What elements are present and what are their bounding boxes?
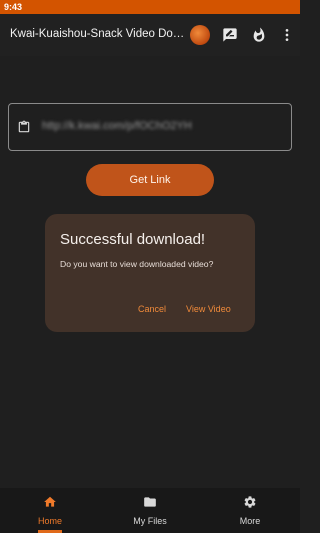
dialog-title: Successful download! bbox=[60, 231, 206, 248]
app-bar: Kwai-Kuaishou-Snack Video Dow... bbox=[0, 14, 300, 56]
cancel-button[interactable]: Cancel bbox=[138, 304, 166, 314]
status-bar: 9:43 bbox=[0, 0, 300, 14]
app-title: Kwai-Kuaishou-Snack Video Dow... bbox=[10, 28, 185, 40]
nav-label-my-files: My Files bbox=[133, 516, 167, 526]
dialog-message: Do you want to view downloaded video? bbox=[60, 259, 214, 269]
more-vert-icon[interactable] bbox=[276, 24, 298, 46]
nav-label-more: More bbox=[239, 516, 261, 526]
url-input[interactable]: http://k.kwai.com/p/fOChO2YH bbox=[8, 103, 292, 151]
avatar[interactable] bbox=[190, 25, 210, 45]
gear-icon bbox=[244, 496, 256, 508]
nav-item-my-files[interactable]: My Files bbox=[100, 488, 200, 533]
folder-icon bbox=[144, 497, 156, 507]
status-time: 9:43 bbox=[4, 2, 23, 12]
url-value: http://k.kwai.com/p/fOChO2YH bbox=[42, 120, 192, 132]
nav-item-more[interactable]: More bbox=[200, 488, 300, 533]
clipboard-icon[interactable] bbox=[17, 119, 31, 135]
fire-icon[interactable] bbox=[248, 24, 270, 46]
bottom-nav: Home My Files More bbox=[0, 488, 300, 533]
feedback-icon[interactable] bbox=[219, 24, 241, 46]
home-icon bbox=[44, 496, 56, 507]
get-link-button[interactable]: Get Link bbox=[86, 164, 214, 196]
nav-item-home[interactable]: Home bbox=[0, 488, 100, 533]
view-video-button[interactable]: View Video bbox=[186, 304, 231, 314]
download-dialog: Successful download! Do you want to view… bbox=[45, 214, 255, 332]
nav-label-home: Home bbox=[37, 516, 62, 526]
